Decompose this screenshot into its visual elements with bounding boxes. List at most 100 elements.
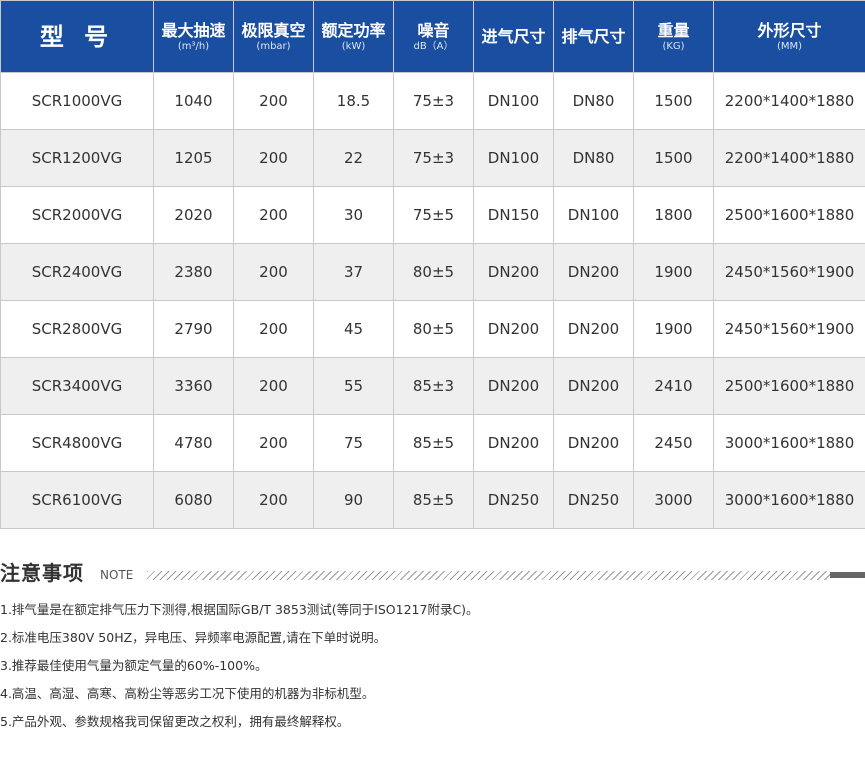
- column-header-label: 外形尺寸: [757, 20, 822, 40]
- column-header: 极限真空 (mbar): [233, 0, 314, 73]
- table-cell: 1500: [633, 72, 714, 130]
- model-cell: SCR2400VG: [0, 243, 154, 301]
- table-row: SCR1200VG 1205 200 22 75±3 DN100 DN80 1500 2200*…: [0, 129, 865, 187]
- divider-end-bar: [830, 572, 865, 578]
- table-cell: 80±5: [393, 300, 474, 358]
- table-row: SCR4800VG 4780 200 75 85±5 DN200 DN200 2450 3000…: [0, 414, 865, 472]
- spec-table: 型 号最大抽速 (m³/h) 极限真空 (mbar) 额定功率 (kW) 噪音 dB（A） 进气…: [0, 0, 865, 529]
- table-cell: 2020: [153, 186, 234, 244]
- table-cell: 75±3: [393, 72, 474, 130]
- notes-list: 1.排气量是在额定排气压力下测得,根据国际GB/T 3853测试(等同于ISO1…: [0, 596, 479, 736]
- table-cell: 2790: [153, 300, 234, 358]
- hatch-divider: [147, 571, 830, 580]
- table-cell: DN150: [473, 186, 554, 244]
- table-cell: DN250: [473, 471, 554, 529]
- table-row: SCR2000VG 2020 200 30 75±5 DN150 DN100 1800 2500…: [0, 186, 865, 244]
- table-cell: 3000*1600*1880: [713, 471, 865, 529]
- table-cell: 200: [233, 414, 314, 472]
- column-header: 额定功率 (kW): [313, 0, 394, 73]
- table-cell: DN100: [473, 129, 554, 187]
- table-cell: 2500*1600*1880: [713, 357, 865, 415]
- table-cell: DN200: [473, 357, 554, 415]
- column-header: 重量 (KG): [633, 0, 714, 73]
- note-item: 2.标准电压380V 50HZ，异电压、异频率电源配置,请在下单时说明。: [0, 630, 387, 645]
- note-item: 4.高温、高湿、高寒、高粉尘等恶劣工况下使用的机器为非标机型。: [0, 686, 375, 701]
- note-item: 1.排气量是在额定排气压力下测得,根据国际GB/T 3853测试(等同于ISO1…: [0, 602, 479, 617]
- table-cell: 6080: [153, 471, 234, 529]
- table-cell: 200: [233, 243, 314, 301]
- table-cell: 3000*1600*1880: [713, 414, 865, 472]
- table-cell: 85±5: [393, 414, 474, 472]
- model-cell: SCR1200VG: [0, 129, 154, 187]
- table-row: SCR6100VG 6080 200 90 85±5 DN250 DN250 3000 3000…: [0, 471, 865, 529]
- table-cell: 200: [233, 471, 314, 529]
- table-cell: 2450*1560*1900: [713, 300, 865, 358]
- note-item: 5.产品外观、参数规格我司保留更改之权利，拥有最终解释权。: [0, 714, 350, 729]
- notes-title: 注意事项: [0, 561, 84, 585]
- table-cell: 90: [313, 471, 394, 529]
- header-row: 型 号最大抽速 (m³/h) 极限真空 (mbar) 额定功率 (kW) 噪音 dB（A） 进气…: [0, 0, 865, 73]
- notes-section: 注意事项 NOTE 1.排气量是在额定排气压力下测得,根据国际GB/T 3853…: [0, 560, 865, 729]
- column-header-label: 噪音: [417, 20, 450, 40]
- column-header-unit: (kW): [341, 40, 366, 52]
- table-cell: 200: [233, 357, 314, 415]
- model-cell: SCR2000VG: [0, 186, 154, 244]
- notes-heading: 注意事项 NOTE: [0, 560, 865, 590]
- column-header: 最大抽速 (m³/h): [153, 0, 234, 73]
- column-header-unit: (m³/h): [177, 40, 210, 52]
- table-cell: 2200*1400*1880: [713, 72, 865, 130]
- column-header-label: 进气尺寸: [481, 26, 546, 46]
- model-cell: SCR2800VG: [0, 300, 154, 358]
- table-cell: DN80: [553, 72, 634, 130]
- table-cell: 1205: [153, 129, 234, 187]
- table-cell: DN200: [553, 243, 634, 301]
- column-header-label: 重量: [657, 20, 690, 40]
- column-header: 外形尺寸 (MM): [713, 0, 865, 73]
- notes-subtitle: NOTE: [100, 568, 134, 582]
- table-row: SCR2400VG 2380 200 37 80±5 DN200 DN200 1900 2450…: [0, 243, 865, 301]
- table-cell: 18.5: [313, 72, 394, 130]
- table-cell: 1800: [633, 186, 714, 244]
- table-cell: 80±5: [393, 243, 474, 301]
- table-cell: 2500*1600*1880: [713, 186, 865, 244]
- table-cell: DN80: [553, 129, 634, 187]
- column-header: 进气尺寸: [473, 0, 554, 73]
- table-cell: 1900: [633, 243, 714, 301]
- table-cell: 200: [233, 129, 314, 187]
- table-cell: 75±3: [393, 129, 474, 187]
- column-header: 型 号: [0, 0, 154, 73]
- table-row: SCR2800VG 2790 200 45 80±5 DN200 DN200 1900 2450…: [0, 300, 865, 358]
- table-cell: 85±3: [393, 357, 474, 415]
- table-cell: 30: [313, 186, 394, 244]
- table-cell: 200: [233, 300, 314, 358]
- note-item: 3.推荐最佳使用气量为额定气量的60%-100%。: [0, 658, 268, 673]
- table-cell: 2380: [153, 243, 234, 301]
- table-cell: 1500: [633, 129, 714, 187]
- table-header: 型 号最大抽速 (m³/h) 极限真空 (mbar) 额定功率 (kW) 噪音 dB（A） 进气…: [0, 0, 865, 73]
- table-cell: DN200: [553, 357, 634, 415]
- column-header-unit: dB（A）: [413, 40, 454, 52]
- column-header-unit: (mbar): [256, 40, 291, 52]
- table-cell: DN100: [553, 186, 634, 244]
- table-row: SCR3400VG 3360 200 55 85±3 DN200 DN200 2410 2500…: [0, 357, 865, 415]
- table-cell: DN200: [553, 300, 634, 358]
- table-cell: 200: [233, 186, 314, 244]
- column-header-label: 极限真空: [241, 20, 306, 40]
- column-header-label: 排气尺寸: [561, 26, 626, 46]
- model-cell: SCR1000VG: [0, 72, 154, 130]
- table-cell: 55: [313, 357, 394, 415]
- column-header-label: 额定功率: [321, 20, 386, 40]
- table-cell: DN200: [473, 300, 554, 358]
- table-cell: 1900: [633, 300, 714, 358]
- table-cell: 4780: [153, 414, 234, 472]
- table-cell: 22: [313, 129, 394, 187]
- table-cell: 75: [313, 414, 394, 472]
- column-header: 排气尺寸: [553, 0, 634, 73]
- table-cell: 3360: [153, 357, 234, 415]
- table-cell: 75±5: [393, 186, 474, 244]
- table-cell: DN200: [553, 414, 634, 472]
- table-cell: DN200: [473, 414, 554, 472]
- column-header: 噪音 dB（A）: [393, 0, 474, 73]
- table-cell: 2410: [633, 357, 714, 415]
- model-cell: SCR3400VG: [0, 357, 154, 415]
